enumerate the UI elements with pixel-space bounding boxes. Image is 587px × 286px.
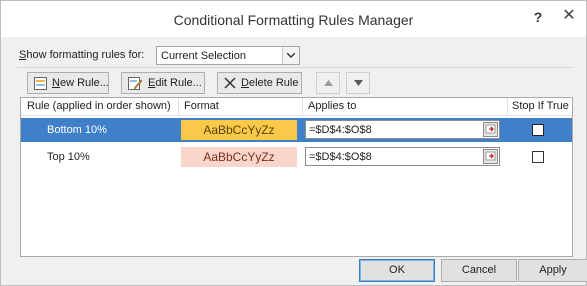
triangle-up-icon	[324, 80, 333, 86]
ok-button[interactable]: OK	[359, 259, 435, 282]
delete-x-icon	[224, 77, 236, 89]
edit-rule-label: Edit Rule...	[148, 77, 202, 89]
cancel-button[interactable]: Cancel	[441, 259, 517, 282]
edit-rule-button[interactable]: Edit Rule...	[121, 72, 205, 94]
stop-if-true-checkbox[interactable]	[532, 124, 544, 136]
rules-grid: Rule (applied in order shown) Format App…	[20, 97, 573, 257]
show-rules-label-text: how formatting rules for:	[26, 49, 145, 61]
range-select-icon[interactable]	[483, 122, 498, 137]
column-separator	[302, 98, 303, 115]
rule-name: Bottom 10%	[47, 124, 107, 136]
applies-to-field[interactable]: =$D$4:$O$8	[305, 147, 500, 166]
show-rules-dropdown[interactable]: Current Selection	[156, 46, 300, 65]
title-bar[interactable]: Conditional Formatting Rules Manager ? ✕	[1, 1, 586, 37]
applies-to-field[interactable]: =$D$4:$O$8	[305, 120, 500, 139]
help-button[interactable]: ?	[528, 7, 548, 27]
column-header-applies-to: Applies to	[308, 100, 357, 112]
column-header-stop-if-true: Stop If True	[512, 100, 569, 112]
show-rules-selected-value: Current Selection	[161, 50, 246, 62]
conditional-formatting-dialog: Conditional Formatting Rules Manager ? ✕…	[0, 0, 587, 286]
applies-to-value: =$D$4:$O$8	[309, 151, 372, 163]
move-up-button[interactable]	[316, 72, 340, 94]
stop-if-true-checkbox[interactable]	[532, 151, 544, 163]
delete-rule-accesskey: D	[241, 77, 249, 89]
format-preview: AaBbCcYyZz	[181, 120, 297, 140]
move-down-button[interactable]	[346, 72, 370, 94]
column-header-rule: Rule (applied in order shown)	[27, 100, 171, 112]
edit-rule-label-text: dit Rule...	[155, 77, 202, 89]
delete-rule-label: Delete Rule	[241, 77, 299, 89]
column-header-format: Format	[184, 100, 219, 112]
rule-row-top-10[interactable]: Top 10% AaBbCcYyZz =$D$4:$O$8	[21, 145, 572, 169]
new-rule-label-text: ew Rule...	[59, 77, 109, 89]
delete-rule-label-text: elete Rule	[248, 77, 299, 89]
new-rule-icon	[34, 77, 47, 90]
rule-row-bottom-10[interactable]: Bottom 10% AaBbCcYyZz =$D$4:$O$8	[21, 118, 572, 142]
header-divider	[21, 115, 572, 116]
column-separator	[178, 98, 179, 115]
close-button[interactable]: ✕	[557, 5, 581, 27]
new-rule-button[interactable]: New Rule...	[27, 72, 109, 94]
chevron-down-icon	[287, 53, 295, 58]
new-rule-accesskey: N	[52, 77, 60, 89]
range-select-icon[interactable]	[483, 149, 498, 164]
toolbar-divider	[17, 67, 572, 68]
triangle-down-icon	[354, 80, 363, 86]
delete-rule-button[interactable]: Delete Rule	[217, 72, 302, 94]
apply-button[interactable]: Apply	[518, 259, 587, 282]
column-separator	[507, 98, 508, 115]
rule-name: Top 10%	[47, 151, 90, 163]
edit-rule-icon	[128, 77, 142, 90]
show-rules-label: Show formatting rules for:	[19, 49, 144, 61]
new-rule-label: New Rule...	[52, 77, 109, 89]
dropdown-arrow-button[interactable]	[282, 47, 299, 64]
dialog-title: Conditional Formatting Rules Manager	[173, 12, 414, 28]
applies-to-value: =$D$4:$O$8	[309, 124, 372, 136]
format-preview: AaBbCcYyZz	[181, 147, 297, 167]
